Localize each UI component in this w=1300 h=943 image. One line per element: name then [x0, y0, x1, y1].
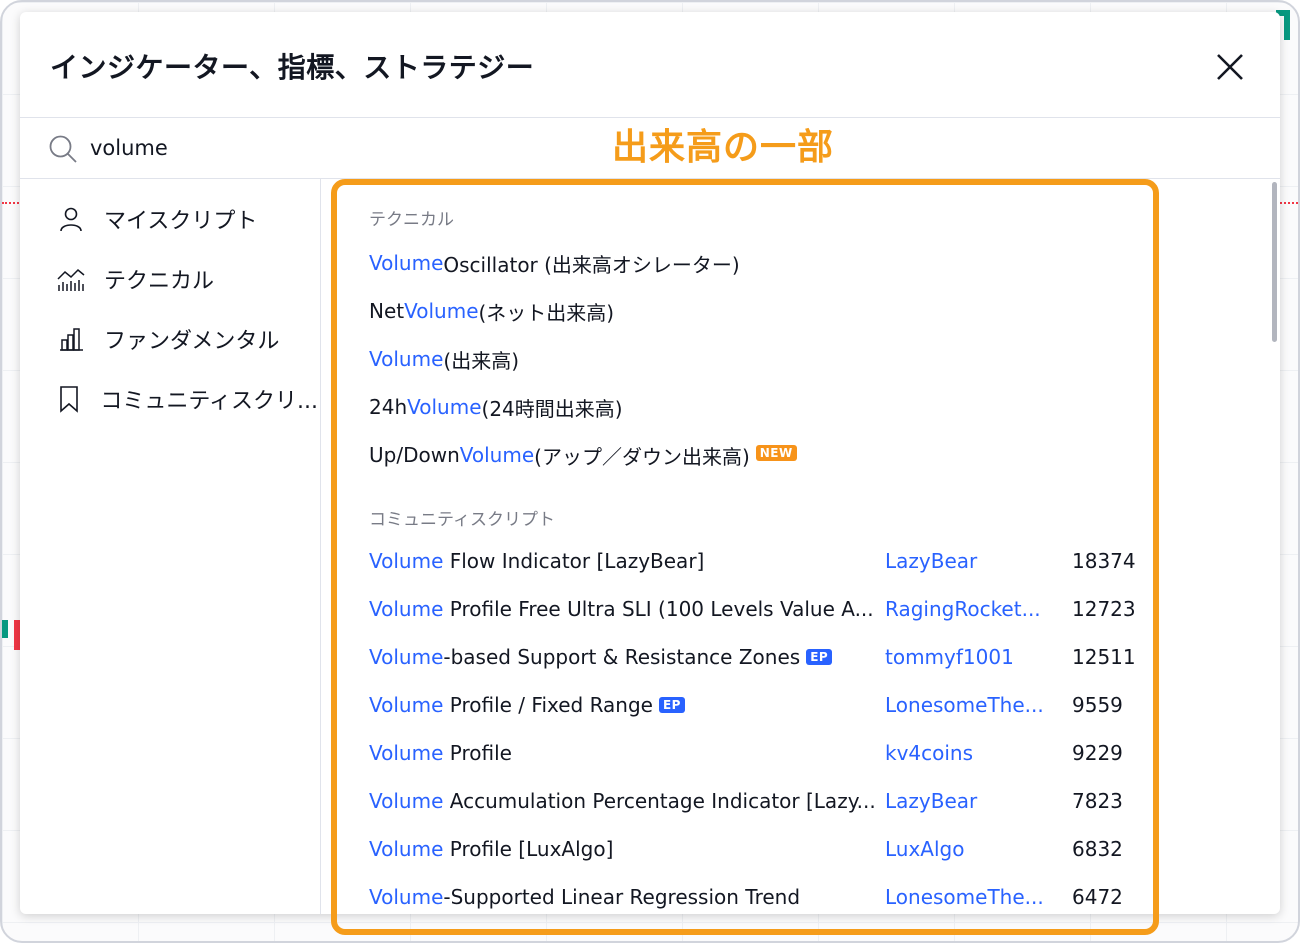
price-line-right	[1280, 202, 1298, 204]
green-candle	[2, 620, 8, 638]
price-line-left	[2, 202, 22, 204]
category-sidebar: マイスクリプト テクニカル ファンダメンタル コミュニティスクリ...	[20, 179, 321, 914]
sidebar-item-my-scripts[interactable]: マイスクリプト	[56, 199, 318, 239]
sidebar-item-label: テクニカル	[104, 269, 215, 294]
sidebar-item-label: コミュニティスクリ...	[100, 389, 318, 414]
sidebar-item-label: ファンダメンタル	[104, 329, 280, 354]
sidebar-item-technical[interactable]: テクニカル	[56, 259, 318, 299]
dialog-header: インジケーター、指標、ストラテジー	[20, 12, 1280, 118]
chart-icon	[56, 264, 86, 294]
bookmark-icon	[56, 384, 82, 414]
sidebar-item-community-scripts[interactable]: コミュニティスクリ...	[56, 379, 318, 419]
search-input[interactable]	[90, 132, 490, 164]
scrollbar[interactable]	[1272, 182, 1277, 342]
dialog-title: インジケーター、指標、ストラテジー	[50, 51, 535, 84]
annotation-label: 出来高の一部	[612, 127, 835, 168]
annotation-highlight-box	[331, 179, 1159, 935]
sidebar-item-fundamentals[interactable]: ファンダメンタル	[56, 319, 318, 359]
bar-chart-icon	[56, 324, 86, 354]
search-icon	[48, 134, 78, 168]
sidebar-item-label: マイスクリプト	[104, 209, 258, 234]
user-icon	[56, 204, 86, 234]
close-icon[interactable]	[1213, 50, 1247, 84]
